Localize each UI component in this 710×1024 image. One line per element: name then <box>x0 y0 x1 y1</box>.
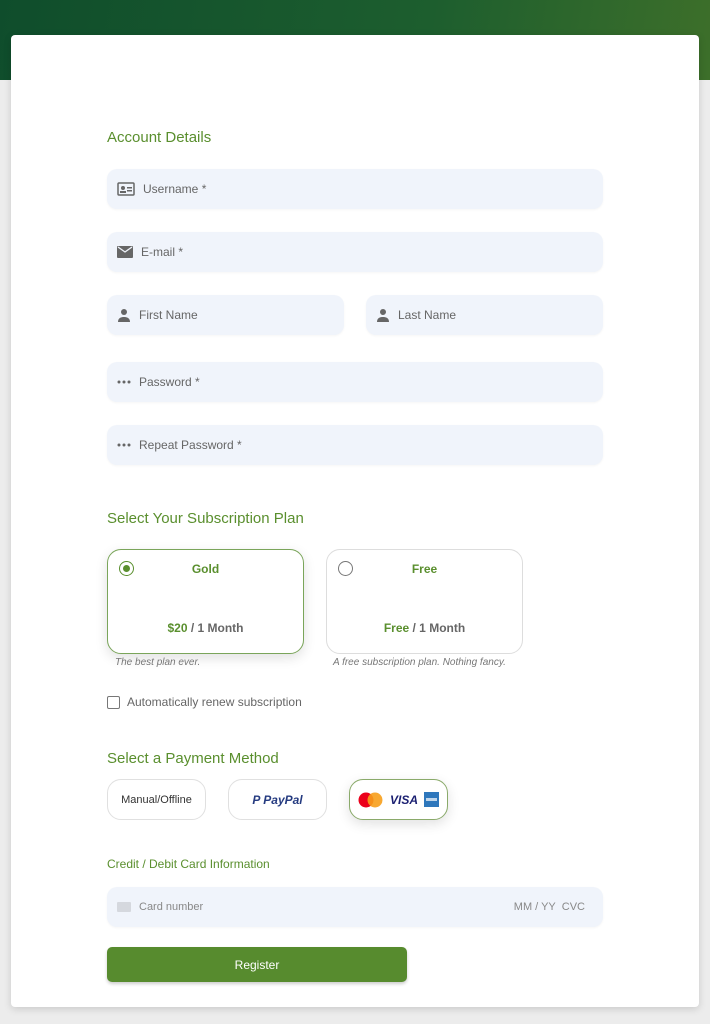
paypal-label: PayPal <box>263 792 303 807</box>
card-number-placeholder: Card number <box>139 901 204 913</box>
expiry-placeholder[interactable]: MM / YY <box>514 901 556 913</box>
first-name-placeholder: First Name <box>139 308 198 322</box>
password-field[interactable]: Password * <box>107 362 603 402</box>
plan-gold[interactable]: Gold $20 / 1 Month <box>107 549 304 654</box>
repeat-password-field[interactable]: Repeat Password * <box>107 425 603 465</box>
auto-renew-checkbox[interactable] <box>107 695 120 709</box>
account-details-heading: Account Details <box>107 129 212 146</box>
email-placeholder: E-mail * <box>141 245 184 259</box>
plan-name: Gold <box>191 562 220 576</box>
amex-icon <box>424 792 439 807</box>
password-dots-icon <box>117 443 131 447</box>
card-info-heading: Credit / Debit Card Information <box>107 857 270 871</box>
last-name-placeholder: Last Name <box>398 308 457 322</box>
plan-name: Free <box>411 562 438 576</box>
plan-price: $20 / 1 Month <box>108 621 303 635</box>
envelope-icon <box>117 246 133 258</box>
mastercard-icon <box>358 792 383 807</box>
plan-description: A free subscription plan. Nothing fancy. <box>333 657 506 668</box>
first-name-field[interactable]: First Name <box>107 295 344 335</box>
last-name-field[interactable]: Last Name <box>366 295 603 335</box>
manual-label: Manual/Offline <box>121 793 192 806</box>
price-amount: Free <box>383 621 410 635</box>
password-dots-icon <box>117 380 131 384</box>
plan-price: Free / 1 Month <box>327 621 522 635</box>
email-field[interactable]: E-mail * <box>107 232 603 272</box>
price-amount: $20 <box>167 621 188 635</box>
password-placeholder: Password * <box>139 375 200 389</box>
paypal-logo-icon: P PayPal <box>252 792 303 807</box>
payment-heading: Select a Payment Method <box>107 750 279 767</box>
user-icon <box>118 309 130 322</box>
username-placeholder: Username * <box>143 182 207 196</box>
payment-card-button[interactable]: VISA <box>349 779 448 820</box>
card-number-field[interactable]: Card number MM / YY CVC <box>107 887 603 927</box>
payment-paypal-button[interactable]: P PayPal <box>228 779 327 820</box>
register-button[interactable]: Register <box>107 947 407 982</box>
id-card-icon <box>117 182 135 196</box>
payment-manual-button[interactable]: Manual/Offline <box>107 779 206 820</box>
auto-renew-label: Automatically renew subscription <box>127 695 302 709</box>
subscription-heading: Select Your Subscription Plan <box>107 510 304 527</box>
repeat-password-placeholder: Repeat Password * <box>139 438 242 452</box>
visa-label: VISA <box>389 792 418 807</box>
price-period: / 1 Month <box>190 621 244 635</box>
plan-description: The best plan ever. <box>115 657 201 668</box>
plan-free[interactable]: Free Free / 1 Month <box>326 549 523 654</box>
cvc-placeholder[interactable]: CVC <box>562 901 585 913</box>
credit-card-icon <box>117 902 131 912</box>
username-field[interactable]: Username * <box>107 169 603 209</box>
price-period: / 1 Month <box>412 621 466 635</box>
auto-renew-row[interactable]: Automatically renew subscription <box>107 695 302 709</box>
user-icon <box>377 309 389 322</box>
